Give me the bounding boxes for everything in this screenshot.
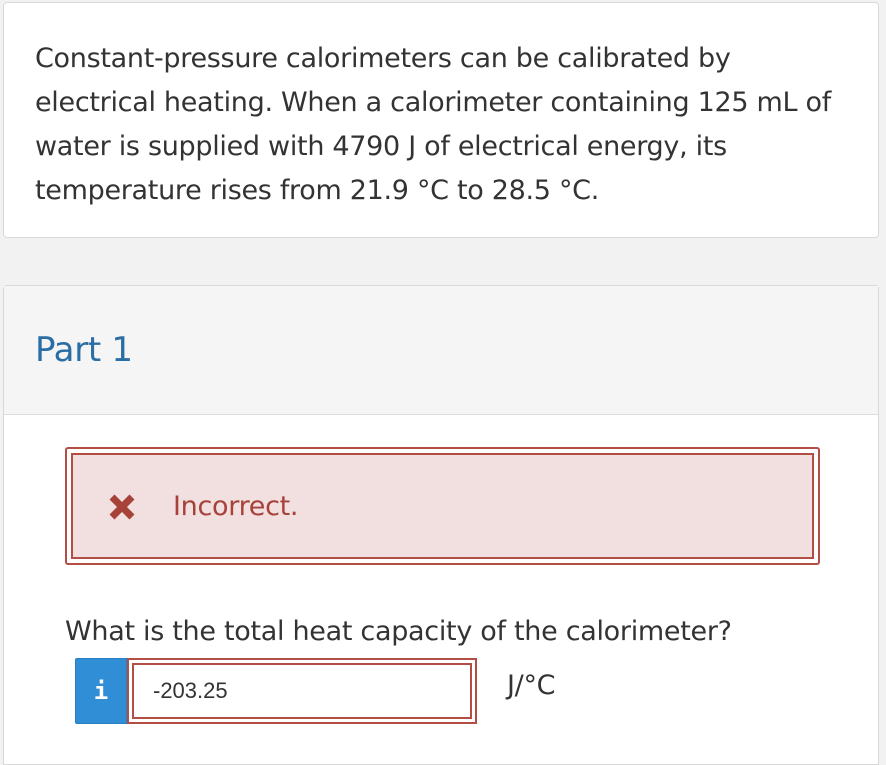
- unit-label: J/°C: [507, 670, 556, 701]
- answer-field-wrapper: [127, 658, 477, 724]
- info-button[interactable]: i: [75, 658, 127, 724]
- incorrect-alert: Incorrect.: [65, 447, 820, 565]
- x-icon: [109, 494, 135, 520]
- answer-input[interactable]: [132, 663, 472, 719]
- part-title: Part 1: [35, 330, 133, 370]
- question-card: Constant-pressure calorimeters can be ca…: [3, 2, 879, 238]
- incorrect-alert-inner: Incorrect.: [71, 453, 814, 559]
- part-header: Part 1: [4, 286, 878, 415]
- question-text: Constant-pressure calorimeters can be ca…: [35, 43, 831, 206]
- question-prompt: What is the total heat capacity of the c…: [65, 616, 732, 647]
- alert-text: Incorrect.: [173, 491, 299, 522]
- part-card: Part 1 Incorrect. What is the total heat…: [3, 285, 879, 765]
